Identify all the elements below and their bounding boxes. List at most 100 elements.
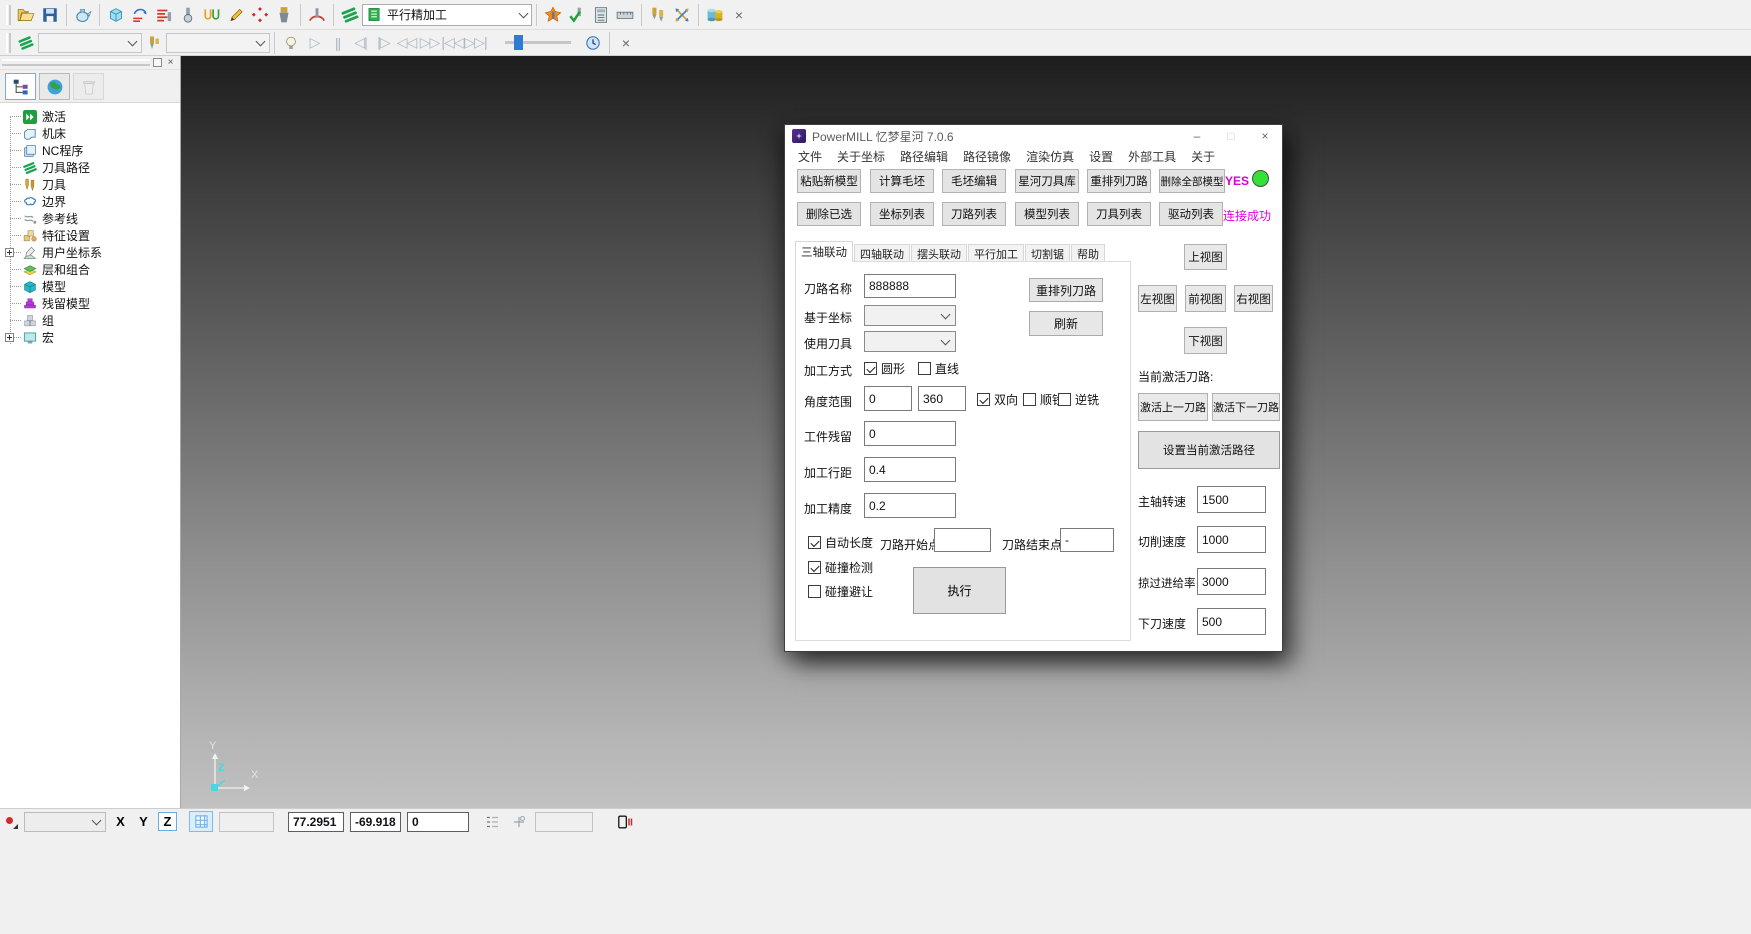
coord-z-field[interactable]: 0 bbox=[407, 812, 469, 832]
tab-explorer-tree[interactable] bbox=[5, 73, 36, 100]
strategy-combobox[interactable]: 平行精加工 bbox=[362, 4, 532, 26]
tab-parallel[interactable]: 平行加工 bbox=[968, 244, 1024, 262]
toolbar-grip[interactable] bbox=[6, 5, 11, 25]
start-point-input[interactable] bbox=[934, 528, 991, 552]
collision-check-checkbox[interactable]: 碰撞检测 bbox=[808, 559, 873, 576]
sim-toolpath-combobox[interactable] bbox=[38, 33, 142, 53]
tree-item-patterns[interactable]: 参考线 bbox=[0, 210, 180, 227]
toolpath-list-button[interactable]: 刀路列表 bbox=[942, 202, 1006, 226]
axis-x-button[interactable]: X bbox=[112, 812, 129, 831]
expand-icon[interactable] bbox=[5, 248, 14, 257]
panel-grip[interactable]: × bbox=[0, 56, 180, 70]
tree-item-workplanes[interactable]: 用户坐标系 bbox=[0, 244, 180, 261]
tree-item-levels-sets[interactable]: 层和组合 bbox=[0, 261, 180, 278]
tab-explorer-trash[interactable] bbox=[73, 73, 104, 100]
tolerance-input[interactable]: 0.2 bbox=[864, 493, 956, 518]
tool-pair-icon[interactable] bbox=[646, 3, 670, 27]
tree-item-models[interactable]: 模型 bbox=[0, 278, 180, 295]
ruler-icon[interactable] bbox=[613, 3, 637, 27]
toolbar-grip[interactable] bbox=[6, 33, 11, 53]
view-top-button[interactable]: 上视图 bbox=[1184, 244, 1227, 270]
drive-list-button[interactable]: 驱动列表 bbox=[1159, 202, 1223, 226]
speed-slider-handle[interactable] bbox=[514, 35, 523, 50]
rewind-icon[interactable]: ◁◁ bbox=[395, 34, 418, 51]
expand-icon[interactable] bbox=[5, 333, 14, 342]
tree-item-groups[interactable]: 组 bbox=[0, 312, 180, 329]
tree-item-feature-sets[interactable]: 特征设置 bbox=[0, 227, 180, 244]
mode-line-checkbox[interactable]: 直线 bbox=[918, 360, 959, 377]
minimize-button[interactable]: – bbox=[1180, 125, 1214, 147]
tolerance-field[interactable] bbox=[535, 812, 593, 832]
verify-icon[interactable] bbox=[565, 3, 589, 27]
jog-icon[interactable] bbox=[509, 813, 529, 831]
powermill-logo-icon[interactable] bbox=[338, 3, 362, 27]
tree-item-stock-models[interactable]: 残留模型 bbox=[0, 295, 180, 312]
tab-3axis[interactable]: 三轴联动 bbox=[795, 241, 853, 262]
leads-links-icon[interactable] bbox=[200, 3, 224, 27]
toolpath-strategy-icon[interactable] bbox=[128, 3, 152, 27]
execute-button[interactable]: 执行 bbox=[913, 567, 1006, 614]
bidirectional-checkbox[interactable]: 双向 bbox=[977, 391, 1018, 408]
transform-icon[interactable] bbox=[670, 3, 694, 27]
cutting-speed-input[interactable]: 1000 bbox=[1197, 526, 1266, 553]
stock-input[interactable]: 0 bbox=[864, 421, 956, 446]
tree-item-activate[interactable]: 激活 bbox=[0, 108, 180, 125]
step-forward-icon[interactable]: |▷ bbox=[372, 34, 395, 51]
toolpath-name-input[interactable]: 888888 bbox=[864, 274, 956, 298]
grid-toggle-button[interactable] bbox=[189, 811, 213, 832]
tree-item-machine[interactable]: 机床 bbox=[0, 125, 180, 142]
view-front-button[interactable]: 前视图 bbox=[1185, 285, 1226, 312]
axis-z-button[interactable]: Z bbox=[158, 812, 177, 831]
coord-select[interactable] bbox=[864, 305, 956, 326]
menu-path-mirror[interactable]: 路径镜像 bbox=[963, 148, 1011, 165]
pause-icon[interactable]: || bbox=[326, 35, 349, 51]
sim-tool-combobox[interactable] bbox=[166, 33, 270, 53]
snap-field[interactable] bbox=[219, 812, 274, 832]
menu-external-tools[interactable]: 外部工具 bbox=[1128, 148, 1176, 165]
menu-path-edit[interactable]: 路径编辑 bbox=[900, 148, 948, 165]
clipboard-pause-icon[interactable] bbox=[615, 813, 635, 831]
angle-from-input[interactable]: 0 bbox=[864, 386, 912, 411]
close-icon[interactable]: × bbox=[614, 31, 638, 55]
plunge-speed-input[interactable]: 500 bbox=[1197, 608, 1266, 635]
menu-settings[interactable]: 设置 bbox=[1089, 148, 1113, 165]
refresh-button[interactable]: 刷新 bbox=[1029, 311, 1103, 336]
edit-toolpath-icon[interactable] bbox=[224, 3, 248, 27]
set-active-path-button[interactable]: 设置当前激活路径 bbox=[1138, 431, 1280, 469]
go-start-icon[interactable]: |◁◁ bbox=[441, 34, 464, 51]
tree-item-macros[interactable]: 宏 bbox=[0, 329, 180, 346]
rearrange-button[interactable]: 重排列刀路 bbox=[1029, 278, 1103, 302]
block-icon[interactable] bbox=[104, 3, 128, 27]
go-end-icon[interactable]: ▷▷| bbox=[464, 34, 487, 51]
ball-tool-icon[interactable] bbox=[176, 3, 200, 27]
spindle-speed-input[interactable]: 1500 bbox=[1197, 486, 1266, 513]
close-panel-icon[interactable]: × bbox=[166, 58, 175, 67]
stepover-input[interactable]: 0.4 bbox=[864, 457, 956, 482]
lightbulb-icon[interactable] bbox=[279, 31, 303, 55]
axis-y-button[interactable]: Y bbox=[135, 812, 152, 831]
collision-avoid-checkbox[interactable]: 碰撞避让 bbox=[808, 583, 873, 600]
record-dot-icon[interactable] bbox=[4, 814, 18, 830]
auto-length-checkbox[interactable]: 自动长度 bbox=[808, 534, 873, 551]
coord-y-field[interactable]: -69.918 bbox=[350, 812, 401, 832]
calc-stock-button[interactable]: 计算毛坯 bbox=[870, 169, 934, 193]
points-icon[interactable] bbox=[248, 3, 272, 27]
paste-new-model-button[interactable]: 粘贴新模型 bbox=[797, 169, 861, 193]
step-back-icon[interactable]: ◁| bbox=[349, 34, 372, 51]
stock-cylinders-icon[interactable] bbox=[703, 3, 727, 27]
tab-4axis[interactable]: 四轴联动 bbox=[854, 244, 910, 262]
tool-arc-icon[interactable] bbox=[305, 3, 329, 27]
delete-all-models-button[interactable]: 删除全部模型 bbox=[1159, 169, 1225, 193]
tool-library-button[interactable]: 星河刀具库 bbox=[1015, 169, 1079, 193]
angle-to-input[interactable]: 360 bbox=[918, 386, 966, 411]
activate-next-button[interactable]: 激活下一刀路 bbox=[1212, 393, 1280, 421]
dialog-titlebar[interactable]: PowerMILL 忆梦星河 7.0.6 – □ × bbox=[785, 125, 1282, 147]
tab-swivel[interactable]: 摆头联动 bbox=[911, 244, 967, 262]
tool-list-button[interactable]: 刀具列表 bbox=[1087, 202, 1151, 226]
view-left-button[interactable]: 左视图 bbox=[1138, 285, 1177, 312]
speed-slider[interactable] bbox=[505, 41, 571, 44]
coord-x-field[interactable]: 77.2951 bbox=[288, 812, 344, 832]
close-button[interactable]: × bbox=[1248, 125, 1282, 147]
activate-prev-button[interactable]: 激活上一刀路 bbox=[1138, 393, 1208, 421]
view-right-button[interactable]: 右视图 bbox=[1234, 285, 1273, 312]
